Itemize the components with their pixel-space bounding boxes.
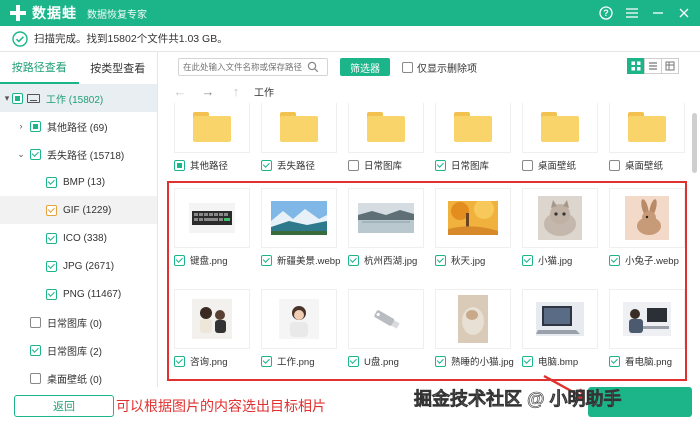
highlight-frame — [167, 181, 687, 381]
item-checkbox[interactable] — [522, 159, 533, 171]
tree-checkbox[interactable] — [12, 92, 23, 104]
search-input[interactable] — [179, 59, 307, 75]
folder-icon — [367, 111, 405, 142]
tree-item-other-path[interactable]: › 其他路径 (69) — [0, 112, 157, 140]
tree-item-desktop-wallpaper[interactable]: 桌面壁纸 (0) — [0, 364, 157, 392]
deleted-only-toggle[interactable]: 仅显示删除项 — [402, 58, 477, 76]
folder-icon — [280, 111, 318, 142]
tree-checkbox[interactable] — [46, 260, 57, 272]
folder-icon — [454, 111, 492, 142]
close-icon[interactable] — [674, 3, 694, 23]
tree-item-label: 日常图库 (0) — [47, 318, 102, 330]
tree-item-gif[interactable]: GIF (1229) — [0, 196, 157, 224]
tab-by-type[interactable]: 按类型查看 — [79, 52, 158, 84]
item-label: 桌面壁纸 — [625, 161, 664, 172]
chevron-down-icon[interactable]: ⌄ — [16, 149, 26, 160]
folder-item[interactable]: 日常图库 — [348, 103, 428, 172]
tree-item-label: 桌面壁纸 (0) — [47, 374, 102, 386]
tree-item-label: GIF (1229) — [63, 204, 112, 216]
svg-text:?: ? — [603, 8, 609, 18]
tree-item-daily-gallery-2[interactable]: 日常图库 (2) — [0, 336, 157, 364]
tree-item-label: 日常图库 (2) — [47, 346, 102, 358]
chevron-down-icon[interactable]: ▾ — [2, 93, 12, 104]
item-label: 丢失路径 — [277, 161, 316, 172]
item-checkbox[interactable] — [261, 159, 272, 171]
tree-checkbox[interactable] — [30, 372, 41, 384]
tree-item-jpg[interactable]: JPG (2671) — [0, 252, 157, 280]
up-arrow-icon[interactable]: ↑ — [222, 84, 250, 99]
folder-item[interactable]: 日常图库 — [435, 103, 515, 172]
tree-item-label: 丢失路径 (15718) — [47, 150, 125, 162]
help-icon[interactable]: ? — [596, 3, 616, 23]
scan-status-bar: 扫描完成。找到15802个文件共1.03 GB。 — [0, 26, 700, 52]
item-checkbox[interactable] — [609, 159, 620, 171]
deleted-only-label: 仅显示删除项 — [417, 63, 477, 75]
item-checkbox[interactable] — [435, 159, 446, 171]
search-icon[interactable] — [307, 61, 319, 73]
app-logo-icon — [8, 3, 28, 23]
folder-icon — [628, 111, 666, 142]
annotation-caption: 可以根据图片的内容选出目标相片 — [116, 398, 326, 414]
tree-checkbox[interactable] — [46, 232, 57, 244]
list-view-icon[interactable] — [644, 58, 662, 74]
watermark: 掘金技术社区 @ 小明助手 — [414, 389, 622, 410]
tree-checkbox[interactable] — [30, 316, 41, 328]
tree-checkbox[interactable] — [30, 148, 41, 160]
item-label: 日常图库 — [451, 161, 490, 172]
tree-item-daily-gallery-0[interactable]: 日常图库 (0) — [0, 308, 157, 336]
view-mode-switch — [627, 58, 679, 74]
title-bar: 数据蛙 数据恢复专家 ? — [0, 0, 700, 26]
tree-item-lost-path[interactable]: ⌄ 丢失路径 (15718) — [0, 140, 157, 168]
chevron-right-icon[interactable]: › — [16, 121, 26, 131]
item-label: 其他路径 — [190, 161, 229, 172]
tree-item-label: ICO (338) — [63, 232, 107, 244]
detail-view-icon[interactable] — [661, 58, 679, 74]
tree-checkbox[interactable] — [30, 120, 41, 132]
back-arrow-icon[interactable]: ← — [166, 84, 194, 99]
app-subtitle: 数据恢复专家 — [87, 9, 147, 21]
folder-item[interactable]: 桌面壁纸 — [522, 103, 602, 172]
scan-status-text: 扫描完成。找到15802个文件共1.03 GB。 — [34, 33, 228, 45]
current-path: 工作 — [254, 87, 274, 99]
deleted-only-checkbox[interactable] — [402, 61, 413, 73]
item-label: 日常图库 — [364, 161, 403, 172]
tree-item-label: BMP (13) — [63, 176, 106, 188]
minimize-icon[interactable] — [648, 3, 668, 23]
tree-checkbox[interactable] — [30, 344, 41, 356]
filter-button[interactable]: 筛选器 — [340, 58, 390, 76]
folder-item[interactable]: 其他路径 — [174, 103, 254, 172]
tab-by-path[interactable]: 按路径查看 — [0, 52, 79, 84]
tree-item-work[interactable]: ▾ 工作 (15802) — [0, 84, 157, 112]
folder-item[interactable]: 丢失路径 — [261, 103, 341, 172]
search-box[interactable] — [178, 58, 328, 76]
tree-item-label: 其他路径 (69) — [47, 122, 108, 134]
folder-item[interactable]: 桌面壁纸 — [609, 103, 689, 172]
menu-icon[interactable] — [622, 3, 642, 23]
tree-item-label: PNG (11467) — [63, 288, 122, 300]
left-panel: 按路径查看 按类型查看 ▾ 工作 (15802) › 其他路径 (69) ⌄ 丢… — [0, 52, 158, 387]
tree-checkbox[interactable] — [46, 288, 57, 300]
item-label: 桌面壁纸 — [538, 161, 577, 172]
folder-tree: ▾ 工作 (15802) › 其他路径 (69) ⌄ 丢失路径 (15718) … — [0, 84, 157, 392]
tree-item-ico[interactable]: ICO (338) — [0, 224, 157, 252]
tree-item-label: JPG (2671) — [63, 260, 115, 272]
tree-checkbox[interactable] — [46, 204, 57, 216]
path-navigation: ← → ↑ 工作 — [166, 80, 275, 102]
item-checkbox[interactable] — [348, 159, 359, 171]
check-circle-icon — [12, 30, 28, 47]
folder-icon — [193, 111, 231, 142]
grid-scrollbar[interactable] — [692, 103, 697, 386]
folder-icon — [541, 111, 579, 142]
app-name: 数据蛙 — [32, 5, 77, 21]
grid-view-icon[interactable] — [627, 58, 645, 74]
tree-checkbox[interactable] — [46, 176, 57, 188]
item-checkbox[interactable] — [174, 159, 185, 171]
drive-icon — [27, 93, 40, 103]
tree-item-bmp[interactable]: BMP (13) — [0, 168, 157, 196]
forward-arrow-icon[interactable]: → — [194, 84, 222, 99]
tree-item-png[interactable]: PNG (11467) — [0, 280, 157, 308]
back-button[interactable]: 返回 — [14, 395, 114, 417]
tree-item-label: 工作 (15802) — [46, 94, 104, 106]
